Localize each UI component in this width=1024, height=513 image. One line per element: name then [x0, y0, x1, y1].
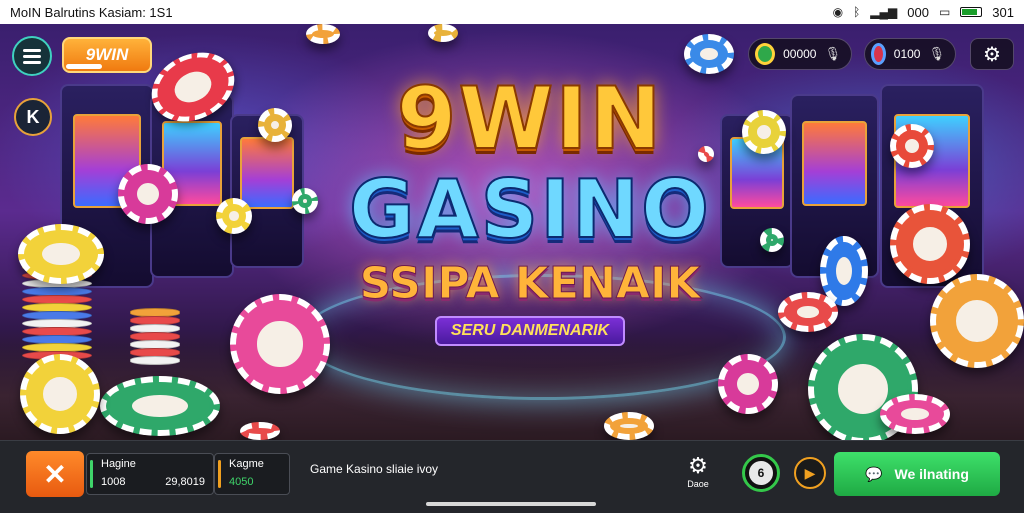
poker-chip	[778, 292, 838, 332]
poker-chip	[20, 354, 100, 434]
back-button[interactable]: K	[14, 98, 52, 136]
battery-text: 301	[992, 4, 1014, 20]
stat-label: Hagine	[101, 458, 136, 470]
poker-chip	[890, 204, 970, 284]
stat-accent-bar	[218, 460, 221, 488]
subtitle-badge: SERU DANMENARIK	[434, 316, 626, 346]
status-left-text: MoIN Balrutins Kasiam: 1S1	[10, 4, 173, 20]
green-coin-icon	[755, 43, 776, 65]
gear-icon: ⚙	[983, 43, 1001, 66]
play-button[interactable]: ▶	[794, 457, 826, 489]
cta-label: We ilnating	[894, 466, 969, 482]
logo-underline	[66, 64, 102, 69]
game-label: Daoe	[687, 479, 709, 489]
poker-chip	[760, 228, 784, 252]
chip-balance-pill[interactable]: 0100 🎙	[864, 38, 956, 70]
coin-balance-value: 00000	[783, 47, 817, 61]
battery-fill	[962, 9, 978, 15]
play-icon: ▶	[804, 464, 816, 481]
slot-screen	[240, 137, 294, 209]
stat-value-a: 1008	[101, 476, 126, 488]
stat-accent-bar	[90, 460, 93, 488]
logo-text: 9WIN	[85, 45, 129, 64]
poker-chip	[604, 412, 654, 440]
stat-value-b: 29,8019	[165, 476, 205, 488]
mic-icon: 🎙	[824, 46, 841, 61]
close-button[interactable]: ✕	[26, 451, 84, 497]
poker-chip	[880, 394, 950, 434]
signal-icon: ▂▄▆	[870, 5, 898, 19]
stat-card-primary: Hagine 1008 29,8019	[86, 453, 214, 495]
bluetooth-icon: ᛒ	[853, 5, 861, 19]
battery-icon	[960, 7, 983, 17]
poker-chip	[306, 24, 340, 44]
poker-chip	[18, 224, 104, 284]
poker-chip	[100, 376, 220, 436]
chip-stack	[130, 308, 180, 365]
red-chip-icon	[871, 43, 886, 65]
hamburger-menu-icon	[23, 46, 41, 67]
network-text: 000	[907, 4, 929, 20]
stat-label: Kagme	[229, 458, 264, 470]
stat-values: 1008 29,8019	[95, 476, 205, 488]
menu-button[interactable]	[12, 36, 52, 76]
title-line-2: GASINO	[348, 163, 711, 256]
status-right: ◉ ᛒ ▂▄▆ 000 ▭ 301	[833, 5, 1014, 20]
close-x-icon: ✕	[43, 458, 67, 490]
poker-chip	[930, 274, 1024, 368]
poker-chip	[890, 124, 934, 168]
gear-icon: ⚙	[688, 453, 708, 478]
stat-card-secondary: Kagme 4050	[214, 453, 290, 495]
game-settings-button[interactable]: ⚙ Daoe	[680, 453, 716, 490]
home-indicator[interactable]	[426, 502, 596, 506]
poker-chip	[240, 422, 280, 440]
k-icon: K	[26, 106, 40, 127]
info-text: Game Kasino sliaie ivoy	[310, 462, 439, 476]
chip-balance-value: 0100	[893, 47, 921, 61]
coin-balance-pill[interactable]: 00000 🎙	[748, 38, 852, 70]
settings-button[interactable]: ⚙	[970, 38, 1014, 70]
poker-chip	[718, 354, 778, 414]
shield-icon: ◉	[832, 5, 844, 19]
level-badge: 6	[749, 461, 773, 485]
level-button[interactable]: 6	[742, 454, 780, 492]
title-line-1: 9WIN	[396, 69, 664, 169]
mic-icon: 🎙	[928, 46, 945, 61]
poker-chip	[258, 108, 292, 142]
cta-button[interactable]: 💬 We ilnating	[834, 452, 1000, 496]
chat-bubble-icon: 💬	[865, 465, 883, 482]
message-icon: ▭	[938, 5, 951, 19]
title-line-3: SSIPA KENAIK	[359, 258, 701, 310]
poker-chip	[216, 198, 252, 234]
slot-screen	[802, 121, 867, 207]
stat-value: 4050	[229, 476, 254, 488]
status-bar: MoIN Balrutins Kasiam: 1S1 ◉ ᛒ ▂▄▆ 000 ▭…	[0, 0, 1024, 24]
hero-title: 9WIN GASINO SSIPA KENAIK SERU DANMENARIK	[300, 69, 760, 346]
poker-chip	[820, 236, 868, 306]
poker-chip	[428, 24, 458, 42]
game-scene: 9WIN GASINO SSIPA KENAIK SERU DANMENARIK…	[0, 24, 1024, 440]
poker-chip	[684, 34, 734, 74]
poker-chip	[118, 164, 178, 224]
